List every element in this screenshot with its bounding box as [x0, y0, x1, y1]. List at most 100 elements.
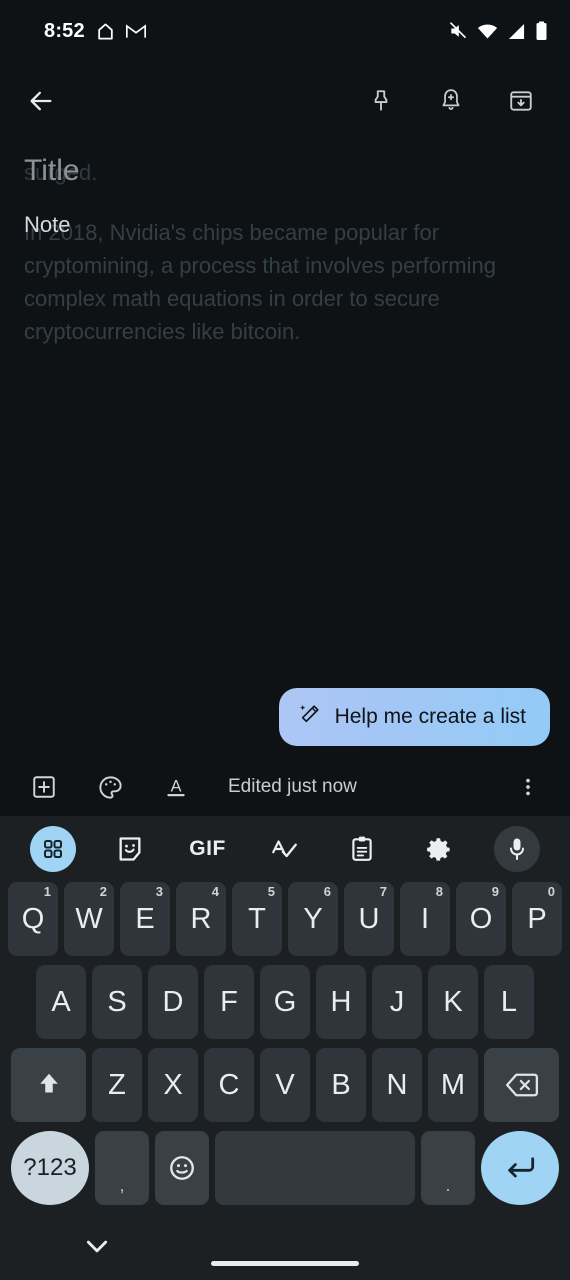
backspace-icon[interactable]	[484, 1048, 559, 1122]
settings-gear-icon[interactable]	[401, 836, 478, 863]
key-c[interactable]: C	[204, 1048, 254, 1122]
navigation-bar	[0, 1218, 570, 1280]
key-k[interactable]: K	[428, 965, 478, 1039]
color-palette-icon[interactable]	[88, 765, 132, 809]
clipboard-icon[interactable]	[324, 835, 401, 863]
key-n[interactable]: N	[372, 1048, 422, 1122]
key-f[interactable]: F	[204, 965, 254, 1039]
note-input-placeholder[interactable]: Note	[24, 210, 70, 240]
keyboard-row-3: Z X C V B N M	[4, 1048, 566, 1122]
key-s[interactable]: S	[92, 965, 142, 1039]
status-bar-left: 8:52	[44, 20, 146, 43]
key-e[interactable]: 3E	[120, 882, 170, 956]
key-d[interactable]: D	[148, 965, 198, 1039]
period-key[interactable]: .	[421, 1131, 475, 1205]
gif-label: GIF	[189, 837, 226, 860]
key-a[interactable]: A	[36, 965, 86, 1039]
comma-key-label: ,	[119, 1176, 125, 1195]
archive-icon[interactable]	[504, 84, 538, 118]
key-w-label: W	[75, 902, 103, 935]
phone-screen: 8:52 surged. In 2018, Nvidia's chips bec…	[0, 0, 570, 1280]
key-e-label: E	[135, 902, 155, 935]
key-x[interactable]: X	[148, 1048, 198, 1122]
key-u[interactable]: 7U	[344, 882, 394, 956]
period-key-label: .	[445, 1176, 451, 1195]
keyboard-rows: 1Q 2W 3E 4R 5T 6Y 7U 8I 9O 0P A S D F G …	[0, 882, 570, 1205]
key-l[interactable]: L	[484, 965, 534, 1039]
back-arrow-icon[interactable]	[24, 84, 58, 118]
key-e-number: 3	[155, 884, 163, 899]
add-box-icon[interactable]	[22, 765, 66, 809]
key-i-number: 8	[435, 884, 443, 899]
on-screen-keyboard: GIF 1Q 2W 3E 4R 5T 6 Y 7 U 8 I 9 O 0 P A…	[0, 816, 570, 1218]
key-q[interactable]: 1Q	[8, 882, 58, 956]
gif-icon[interactable]: GIF	[169, 837, 246, 861]
key-r-label: R	[190, 902, 212, 935]
title-input-placeholder[interactable]: Title	[24, 152, 80, 190]
key-q-label: Q	[21, 902, 45, 935]
key-w[interactable]: 2W	[64, 882, 114, 956]
home-gesture-bar[interactable]	[211, 1261, 359, 1266]
key-p-label: P	[527, 902, 547, 935]
note-bottom-toolbar: A Edited just now	[0, 758, 570, 816]
keyboard-toolbar: GIF	[0, 816, 570, 882]
magic-wand-icon	[299, 703, 321, 731]
app-bar	[0, 62, 570, 140]
key-r-number: 4	[211, 884, 219, 899]
enter-icon[interactable]	[481, 1131, 559, 1205]
text-format-icon[interactable]: A	[154, 765, 198, 809]
keyboard-row-4: ?123 , .	[4, 1131, 566, 1205]
status-bar: 8:52	[0, 0, 570, 62]
key-z[interactable]: Z	[92, 1048, 142, 1122]
help-me-create-a-list-chip[interactable]: Help me create a list	[278, 688, 550, 746]
emoji-icon[interactable]	[155, 1131, 209, 1205]
key-p[interactable]: 0P	[512, 882, 562, 956]
ghost-title-text: surged.	[24, 160, 98, 185]
gmail-icon	[125, 23, 146, 39]
key-t[interactable]: 5T	[232, 882, 282, 956]
reminder-bell-icon[interactable]	[434, 84, 468, 118]
key-y-number: 6	[323, 884, 331, 899]
status-bar-right	[448, 21, 548, 41]
sticker-icon[interactable]	[91, 835, 168, 863]
key-u-number: 7	[379, 884, 387, 899]
spellcheck-icon[interactable]	[246, 835, 323, 863]
key-t-number: 5	[267, 884, 275, 899]
key-u-label: U	[358, 902, 380, 935]
grid-apps-icon-bg	[29, 826, 76, 872]
status-time: 8:52	[44, 19, 85, 42]
space-key[interactable]	[215, 1131, 415, 1205]
key-w-number: 2	[99, 884, 107, 899]
edited-status: Edited just now	[228, 776, 357, 797]
ghost-body-text: In 2018, Nvidia's chips became popular f…	[24, 220, 496, 344]
chip-label: Help me create a list	[334, 705, 526, 728]
microphone-icon[interactable]	[479, 826, 556, 872]
wifi-icon	[477, 23, 498, 40]
key-h[interactable]: H	[316, 965, 366, 1039]
keyboard-row-1: 1Q 2W 3E 4R 5T 6Y 7U 8I 9O 0P	[4, 882, 566, 956]
key-b[interactable]: B	[316, 1048, 366, 1122]
more-options-icon[interactable]	[506, 765, 550, 809]
cellular-signal-icon	[507, 23, 526, 40]
key-i[interactable]: 8I	[400, 882, 450, 956]
key-t-label: T	[248, 902, 266, 935]
home-app-icon	[96, 22, 115, 41]
symbols-key[interactable]: ?123	[11, 1131, 89, 1205]
key-g[interactable]: G	[260, 965, 310, 1039]
grid-apps-icon[interactable]	[14, 826, 91, 872]
note-editor[interactable]: surged. In 2018, Nvidia's chips became p…	[0, 140, 570, 758]
key-o[interactable]: 9O	[456, 882, 506, 956]
chevron-down-icon[interactable]	[84, 1238, 110, 1261]
key-y[interactable]: 6Y	[288, 882, 338, 956]
comma-key[interactable]: ,	[95, 1131, 149, 1205]
shift-icon[interactable]	[11, 1048, 86, 1122]
key-r[interactable]: 4R	[176, 882, 226, 956]
ghost-text-layer: surged. In 2018, Nvidia's chips became p…	[24, 156, 550, 348]
key-m[interactable]: M	[428, 1048, 478, 1122]
svg-text:A: A	[171, 777, 182, 795]
key-j[interactable]: J	[372, 965, 422, 1039]
key-v[interactable]: V	[260, 1048, 310, 1122]
suggestion-chip-container: Help me create a list	[278, 688, 550, 746]
pin-icon[interactable]	[364, 84, 398, 118]
vibrate-off-icon	[448, 21, 468, 41]
